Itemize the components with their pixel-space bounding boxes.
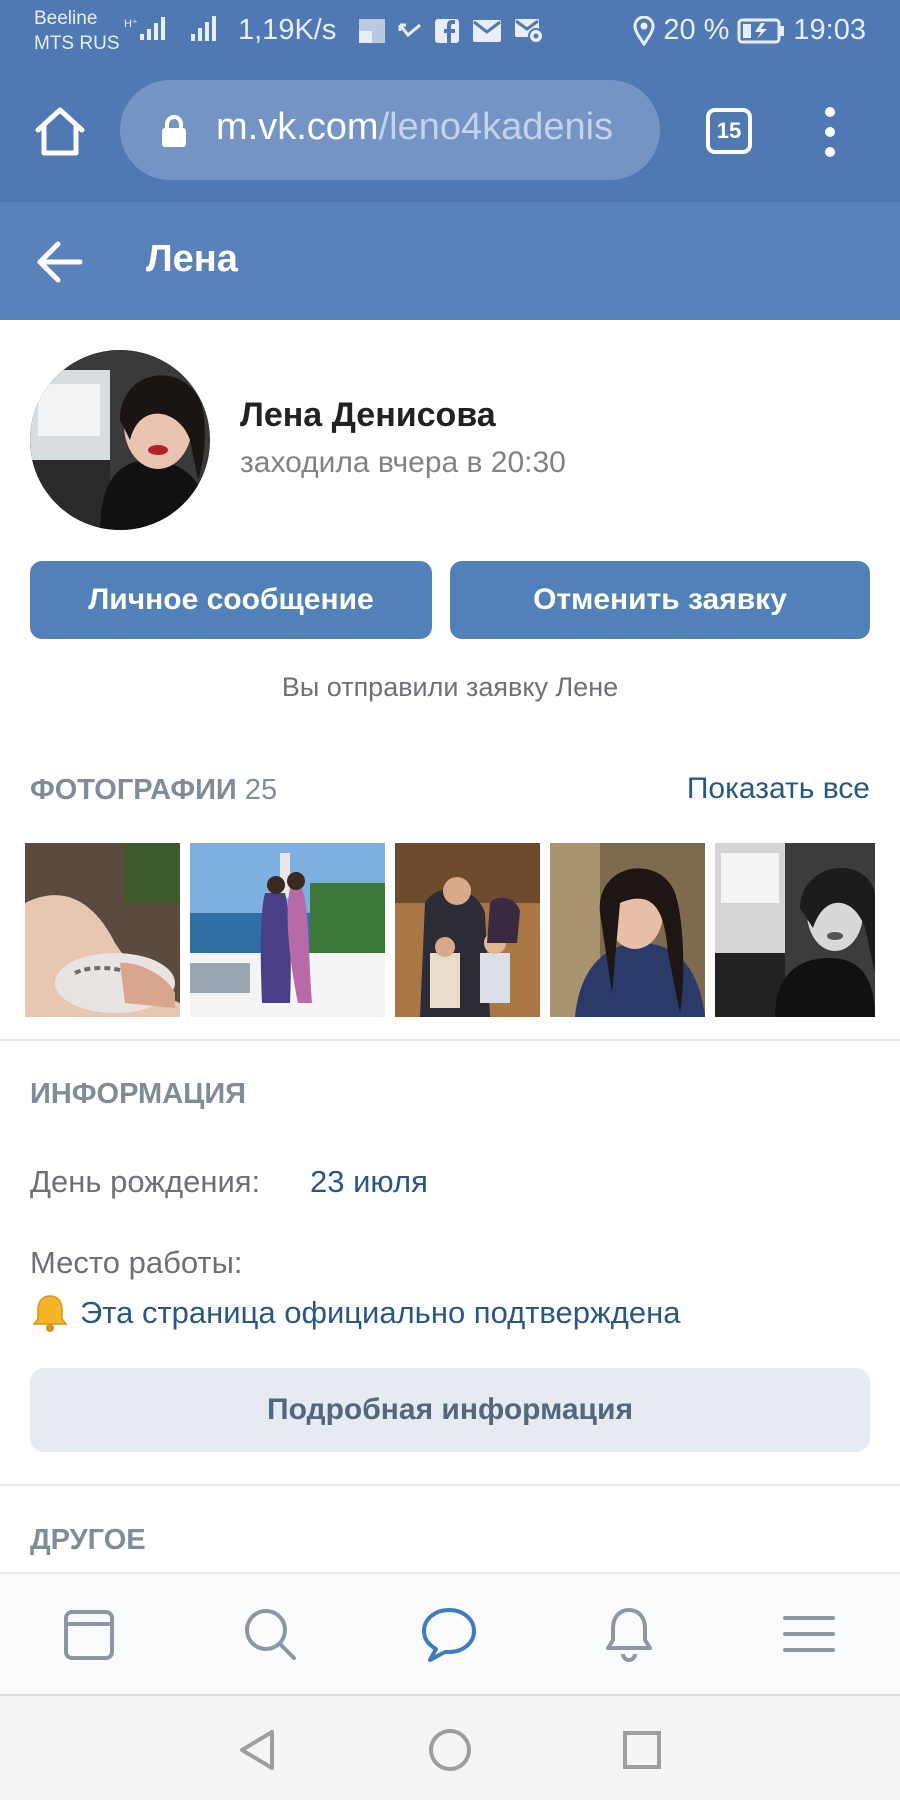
workplace-label: Место работы: [30, 1245, 243, 1280]
clock: 19:03 [793, 14, 866, 46]
verified-link[interactable]: Эта страница официально подтверждена [80, 1295, 680, 1331]
other-section-title: ДРУГОЕ [30, 1524, 146, 1556]
url-text: m.vk.com/leno4kadenis [216, 106, 636, 149]
photo-thumbnail[interactable] [395, 843, 540, 1017]
detailed-info-button[interactable]: Подробная информация [30, 1368, 870, 1452]
notifications-icon[interactable] [599, 1604, 659, 1664]
battery-charging-icon [737, 18, 785, 43]
more-vert-icon[interactable] [812, 104, 848, 160]
svg-text:H⁺: H⁺ [124, 18, 138, 30]
url-path: /leno4kadenis [378, 106, 614, 148]
info-section-title: ИНФОРМАЦИЯ [30, 1078, 247, 1110]
mail-settings-icon [515, 19, 544, 44]
signal-icon [191, 16, 216, 41]
photo-thumbnail[interactable] [550, 843, 705, 1017]
home-icon[interactable] [34, 106, 86, 158]
recents-square-icon[interactable] [618, 1726, 666, 1774]
birthday-label: День рождения: [30, 1164, 261, 1199]
carrier-1: Beeline [34, 8, 98, 29]
request-note: Вы отправили заявку Лене [281, 672, 619, 702]
divider [0, 1484, 900, 1486]
system-navigation [0, 1694, 900, 1800]
photo-thumbnail[interactable] [25, 843, 180, 1017]
search-icon[interactable] [240, 1604, 300, 1664]
tab-count: 15 [716, 118, 742, 143]
online-status: заходила вчера в 20:30 [240, 446, 566, 479]
back-triangle-icon[interactable] [234, 1726, 282, 1774]
browser-toolbar: m.vk.com/leno4kadenis 15 [0, 62, 900, 202]
mail-icon [473, 20, 501, 42]
profile-name: Лена Денисова [240, 396, 496, 434]
location-icon [633, 15, 655, 46]
verified-row: Эта страница официально подтверждена [30, 1293, 680, 1333]
tabs-button[interactable]: 15 [706, 108, 752, 154]
divider [0, 1039, 900, 1041]
photos-count: 25 [244, 774, 278, 806]
show-all-photos-link[interactable]: Показать все [687, 772, 870, 806]
lock-icon [162, 115, 186, 147]
notification-icons [358, 18, 544, 44]
menu-icon[interactable] [779, 1604, 839, 1664]
page-title: Лена [146, 238, 238, 280]
signal-icon: H⁺ [124, 17, 165, 40]
carrier-names: Beeline MTS RUS [34, 6, 120, 56]
private-message-button[interactable]: Личное сообщение [30, 561, 432, 639]
gallery-icon [359, 19, 385, 43]
messages-icon[interactable] [419, 1604, 479, 1664]
bell-icon [32, 1295, 68, 1332]
cancel-request-button[interactable]: Отменить заявку [450, 561, 870, 639]
facebook-icon [435, 19, 459, 43]
birthday-value-link[interactable]: 23 июля [310, 1164, 428, 1200]
carrier-2: MTS RUS [34, 33, 120, 54]
avatar[interactable] [30, 350, 210, 530]
url-domain: m.vk.com [216, 106, 379, 148]
missed-call-icon [398, 23, 421, 38]
photos-title: ФОТОГРАФИИ [30, 774, 237, 806]
photo-thumbnail[interactable] [715, 843, 875, 1017]
home-circle-icon[interactable] [426, 1726, 474, 1774]
back-arrow-icon[interactable] [36, 240, 84, 284]
right-status: 20 % 19:03 [633, 14, 866, 47]
url-bar[interactable]: m.vk.com/leno4kadenis [120, 80, 660, 180]
feed-icon[interactable] [60, 1604, 120, 1664]
photo-thumbnail[interactable] [190, 843, 385, 1017]
bottom-navigation [0, 1572, 900, 1694]
battery-percent: 20 % [663, 14, 730, 46]
network-speed: 1,19K/s [238, 14, 337, 46]
status-bar: Beeline MTS RUS H⁺ 1,19K/s 20 % 19:03 [0, 0, 900, 62]
photos-section-title: ФОТОГРАФИИ 25 [30, 774, 277, 807]
app-header: Лена [0, 202, 900, 320]
